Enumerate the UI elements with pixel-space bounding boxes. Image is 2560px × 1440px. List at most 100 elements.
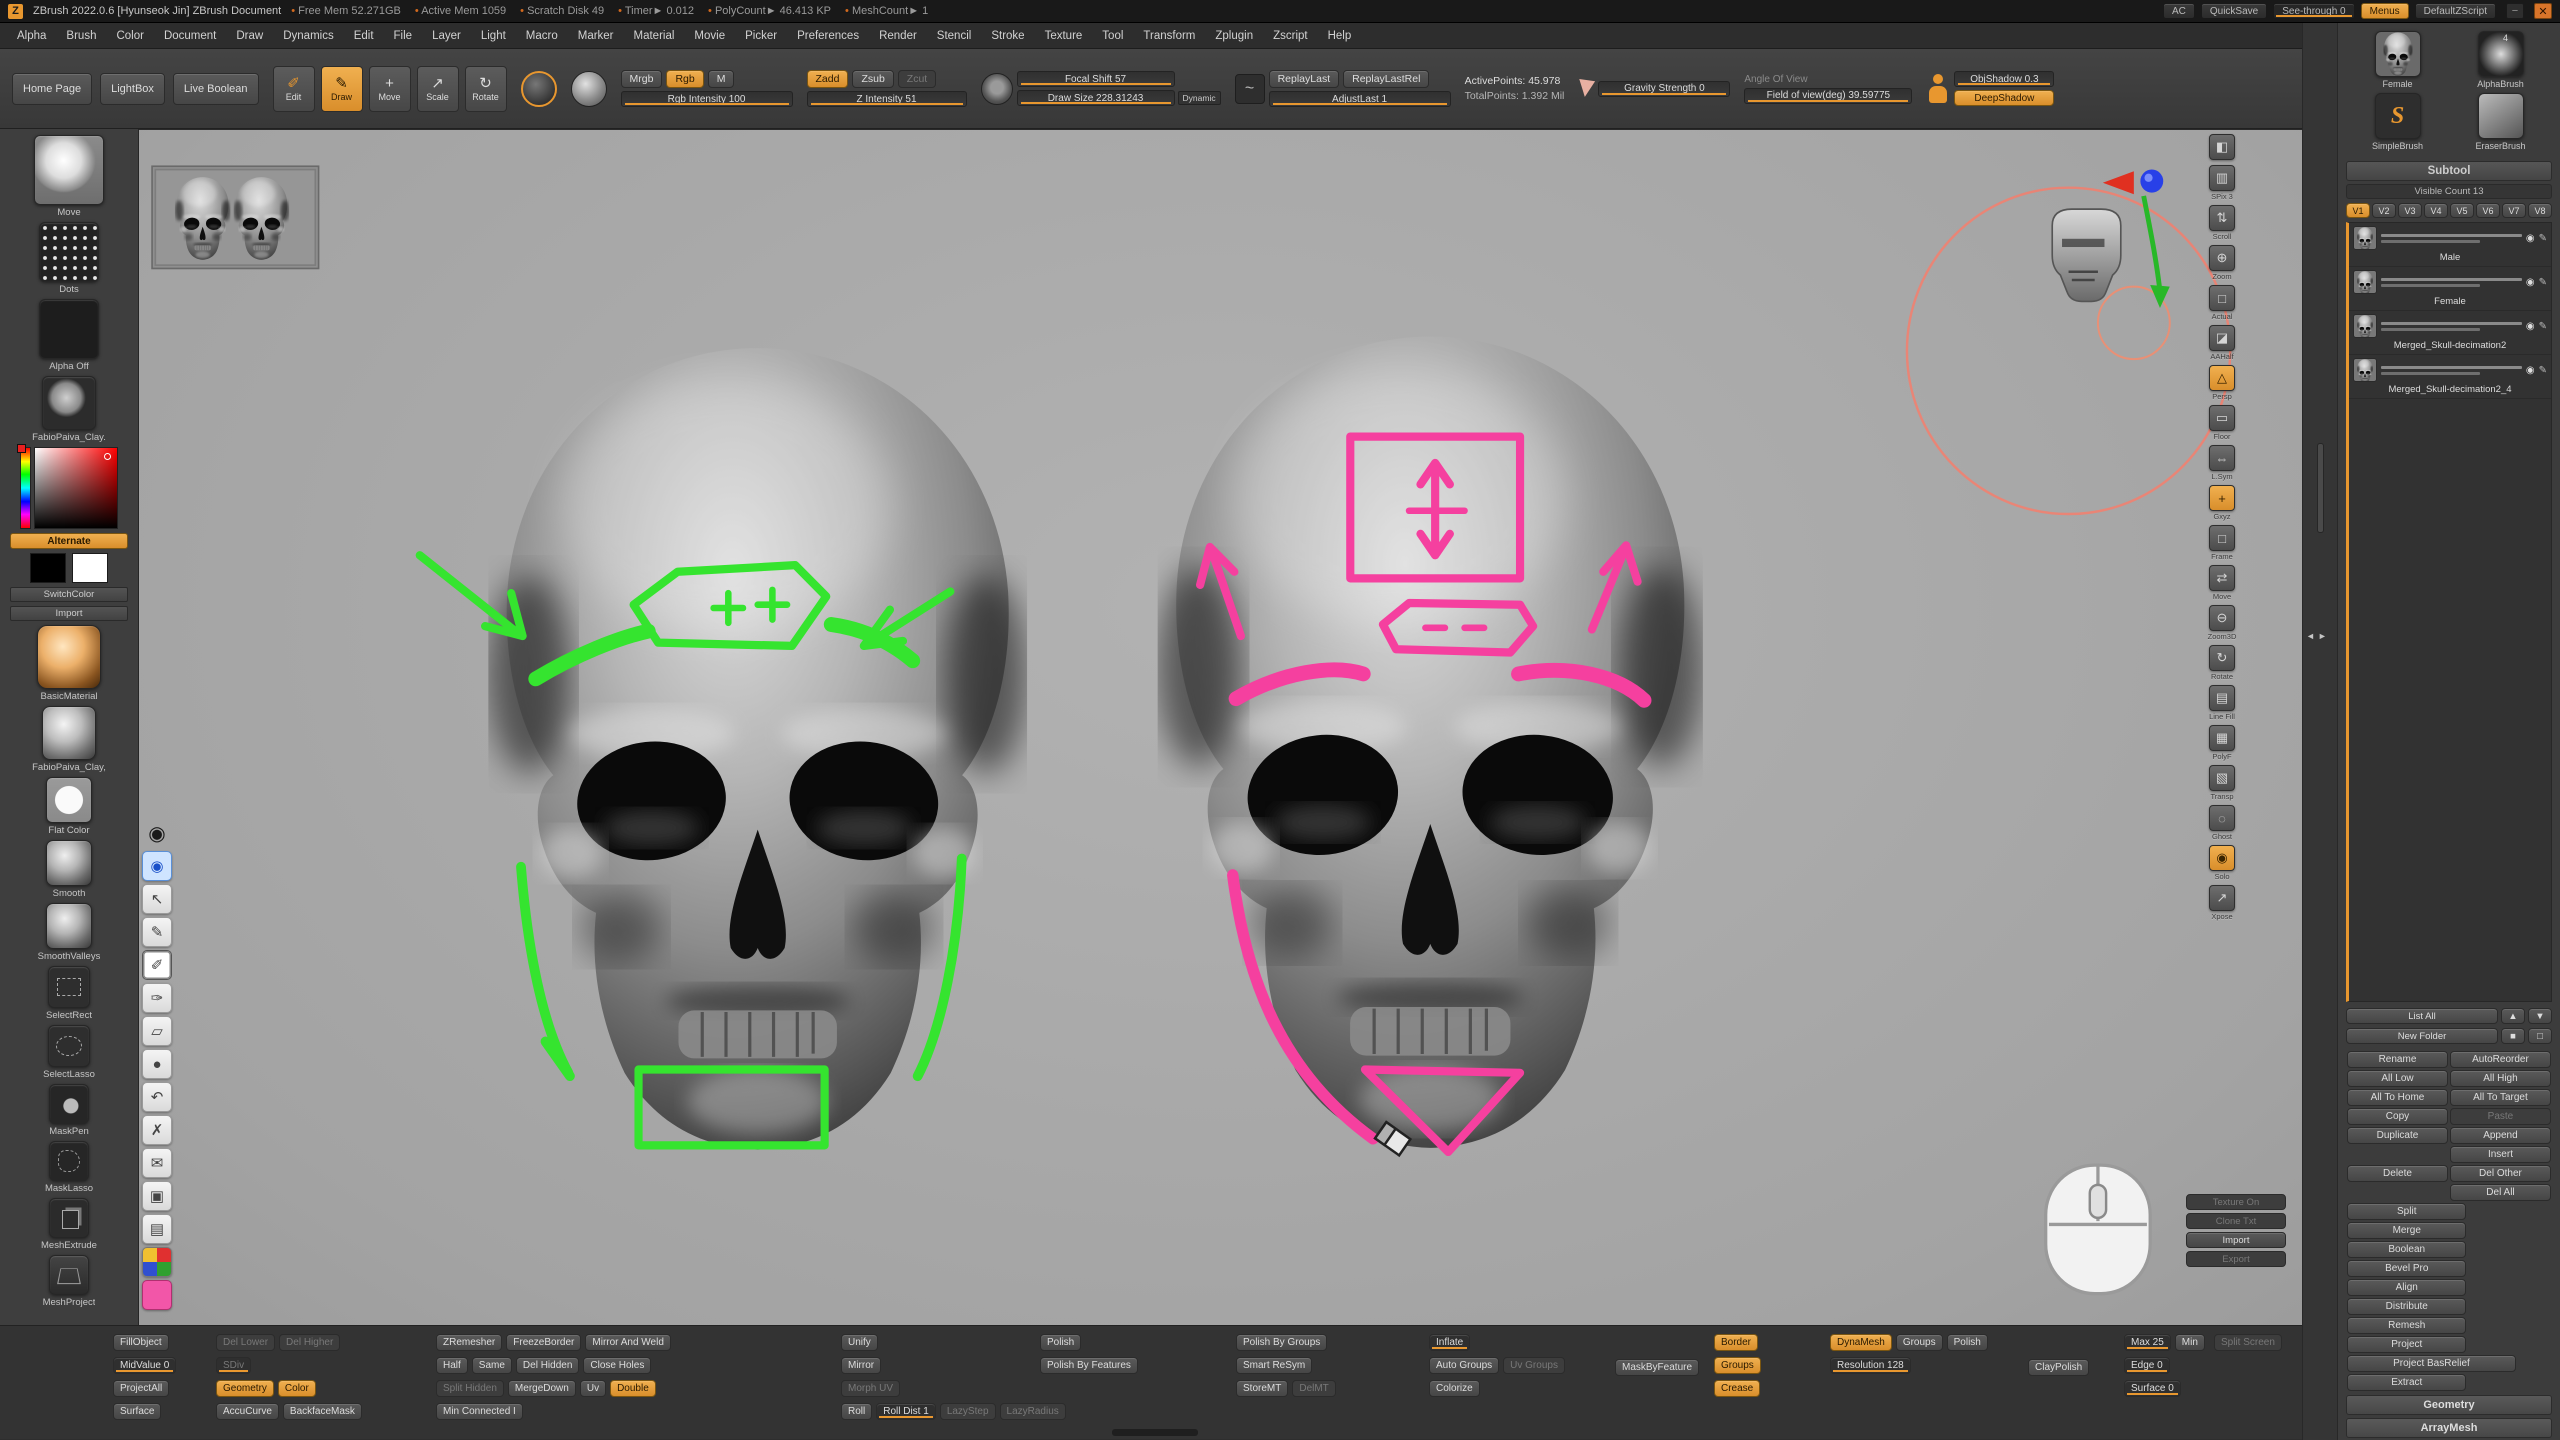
canvas-scrollbar[interactable]: [2317, 443, 2324, 533]
button[interactable]: DefaultZScript: [2415, 3, 2496, 19]
button[interactable]: Align: [2347, 1279, 2466, 1296]
menu-item[interactable]: Dynamics: [274, 27, 342, 45]
quick-pick[interactable]: S SimpleBrush: [2348, 93, 2447, 151]
menu-item[interactable]: Layer: [423, 27, 470, 45]
button[interactable]: Live Boolean: [173, 73, 259, 105]
button[interactable]: Append: [2450, 1127, 2551, 1144]
button[interactable]: Close Holes: [583, 1357, 651, 1374]
subtool-list[interactable]: ◉ ✎ Male ◉ ✎ Female ◉ ✎ Merged_Skull-dec…: [2346, 222, 2552, 1002]
menu-item[interactable]: File: [385, 27, 422, 45]
menu-item[interactable]: Edit: [345, 27, 383, 45]
button[interactable]: SDiv: [216, 1357, 251, 1374]
palette-section[interactable]: Geometry: [2346, 1395, 2552, 1415]
button[interactable]: AccuCurve: [216, 1403, 279, 1420]
button[interactable]: Paste: [2450, 1108, 2551, 1125]
left-panel-item[interactable]: BasicMaterial: [37, 625, 101, 702]
button[interactable]: Same: [472, 1357, 512, 1374]
button[interactable]: V5: [2450, 203, 2474, 218]
button[interactable]: LazyRadius: [1000, 1403, 1066, 1420]
button[interactable]: Mirror And Weld: [585, 1334, 671, 1351]
button[interactable]: Copy: [2347, 1108, 2448, 1125]
button[interactable]: V1: [2346, 203, 2370, 218]
spix-slider[interactable]: ▥ SPix 3: [2204, 165, 2240, 201]
button[interactable]: Del All: [2450, 1184, 2551, 1201]
menu-item[interactable]: Light: [472, 27, 515, 45]
switch-color-button[interactable]: SwitchColor: [10, 587, 128, 602]
actual-icon[interactable]: □ Actual: [2204, 285, 2240, 321]
secondary-color-swatch[interactable]: [72, 553, 108, 583]
subtool-header[interactable]: Subtool: [2346, 161, 2552, 181]
button[interactable]: Export: [2186, 1251, 2286, 1267]
button[interactable]: Split Screen: [2214, 1334, 2282, 1351]
button[interactable]: Edge 0: [2124, 1357, 2170, 1374]
button[interactable]: AutoReorder: [2450, 1051, 2551, 1068]
left-panel-item[interactable]: FabioPaiva_Clay.: [32, 376, 106, 443]
menu-item[interactable]: Help: [1319, 27, 1361, 45]
new-folder-button[interactable]: New Folder: [2346, 1028, 2498, 1044]
left-panel-item[interactable]: MaskPen: [49, 1084, 89, 1137]
menu-item[interactable]: Material: [625, 27, 684, 45]
button[interactable]: Remesh: [2347, 1317, 2466, 1334]
document-thumbnail[interactable]: [152, 166, 319, 268]
highlighter-icon[interactable]: ✐: [142, 950, 172, 980]
cursor-icon[interactable]: ↖: [142, 884, 172, 914]
visibility-eye-icon[interactable]: ◉: [2526, 277, 2535, 288]
Merged_Skull-decimation2_4[interactable]: ◉ ✎ Merged_Skull-decimation2_4: [2349, 355, 2551, 399]
button[interactable]: MidValue 0: [113, 1357, 176, 1374]
button[interactable]: Uv Groups: [1503, 1357, 1565, 1374]
color-picker[interactable]: [20, 447, 118, 529]
rotate-icon[interactable]: ↻ Rotate: [2204, 645, 2240, 681]
button[interactable]: Home Page: [12, 73, 92, 105]
quick-pick[interactable]: Female: [2348, 31, 2447, 89]
frame-icon[interactable]: □ Frame: [2204, 525, 2240, 561]
button[interactable]: Project BasRelief: [2347, 1355, 2516, 1372]
button[interactable]: All To Home: [2347, 1089, 2448, 1106]
location-pin-icon[interactable]: ◉: [142, 818, 172, 848]
button[interactable]: Min: [2175, 1334, 2205, 1351]
button[interactable]: Surface: [113, 1403, 161, 1420]
move-down-button[interactable]: ▼: [2528, 1008, 2552, 1024]
button[interactable]: QuickSave: [2201, 3, 2267, 19]
button[interactable]: Surface 0: [2124, 1380, 2181, 1397]
comment-icon[interactable]: ✉: [142, 1148, 172, 1178]
gravity-strength-slider[interactable]: Gravity Strength 0: [1598, 81, 1730, 97]
aahalf-icon[interactable]: ◪ AAHalf: [2204, 325, 2240, 361]
xpose-icon[interactable]: ↗ Xpose: [2204, 885, 2240, 921]
Merged_Skull-decimation2[interactable]: ◉ ✎ Merged_Skull-decimation2: [2349, 311, 2551, 355]
fov-slider[interactable]: Field of view(deg) 39.59775: [1744, 88, 1912, 104]
left-panel-item[interactable]: SmoothValleys: [38, 903, 101, 962]
button[interactable]: Uv: [580, 1380, 606, 1397]
button[interactable]: ClayPolish: [2028, 1359, 2089, 1376]
pencil-icon[interactable]: ✑: [142, 983, 172, 1013]
button[interactable]: Auto Groups: [1429, 1357, 1499, 1374]
z-intensity-slider[interactable]: Z Intensity 51: [807, 91, 967, 107]
palette-section[interactable]: ArrayMesh: [2346, 1418, 2552, 1438]
menu-item[interactable]: Stencil: [928, 27, 981, 45]
button[interactable]: Zadd: [807, 70, 849, 88]
button[interactable]: V7: [2502, 203, 2526, 218]
button[interactable]: Groups: [1896, 1334, 1943, 1351]
button[interactable]: Del Higher: [279, 1334, 340, 1351]
clipboard-icon[interactable]: ▤: [142, 1214, 172, 1244]
camera-gizmo[interactable]: [1907, 170, 2230, 514]
button[interactable]: Polish By Groups: [1236, 1334, 1327, 1351]
button[interactable]: DelMT: [1292, 1380, 1335, 1397]
button[interactable]: Polish By Features: [1040, 1357, 1138, 1374]
button[interactable]: FillObject: [113, 1334, 169, 1351]
pen-icon[interactable]: ✎: [142, 917, 172, 947]
tray-divider[interactable]: ◄ ►: [2302, 23, 2338, 1440]
menu-item[interactable]: Color: [107, 27, 152, 45]
minimize-button[interactable]: −: [2506, 3, 2524, 19]
button[interactable]: Morph UV: [841, 1380, 900, 1397]
button[interactable]: StoreMT: [1236, 1380, 1288, 1397]
adjust-last-slider[interactable]: AdjustLast 1: [1269, 91, 1451, 107]
left-panel-item[interactable]: Move: [34, 135, 104, 218]
edit-icon[interactable]: ✎: [2539, 365, 2547, 376]
button[interactable]: Rename: [2347, 1051, 2448, 1068]
button[interactable]: Inflate: [1429, 1334, 1470, 1351]
lsym-icon[interactable]: ⇔ L.Sym: [2204, 445, 2240, 481]
button[interactable]: Groups: [1714, 1357, 1761, 1374]
ghost-icon[interactable]: ◌ Ghost: [2204, 805, 2240, 841]
bpr-icon[interactable]: ◧: [2204, 134, 2240, 161]
zoom3d-icon[interactable]: ⊖ Zoom3D: [2204, 605, 2240, 641]
